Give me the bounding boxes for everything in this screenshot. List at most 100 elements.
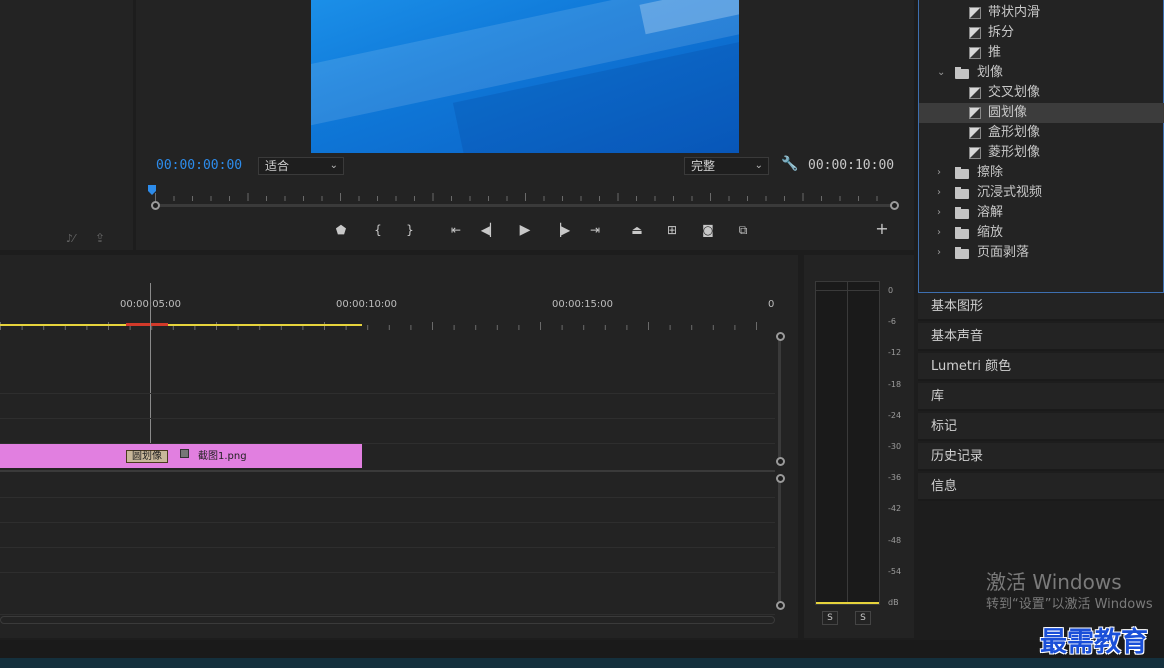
monitor-zoom-bar[interactable] (156, 204, 896, 207)
step-forward-icon[interactable]: ▕▶ (551, 221, 571, 239)
db-label: 0 (888, 286, 894, 295)
transition-icon (969, 127, 981, 139)
scroll-handle-bottom[interactable] (776, 601, 785, 610)
effect-label: 盒形划像 (988, 125, 1041, 140)
effect-folder[interactable]: › 擦除 (919, 163, 1164, 183)
source-panel: ♪⁄ ⇪ (0, 0, 133, 250)
clip-name: 截图1.png (198, 451, 247, 462)
video-clip[interactable]: 圆划像 截图1.png (0, 444, 362, 468)
scroll-handle-top[interactable] (776, 474, 785, 483)
mark-in-icon[interactable]: { (368, 221, 388, 239)
meter-level (816, 602, 879, 604)
effect-item[interactable]: 拆分 (919, 23, 1164, 43)
transition-icon (969, 27, 981, 39)
video-track-scrollbar[interactable] (778, 337, 781, 462)
effect-item[interactable]: 圆划像 (919, 103, 1164, 123)
track-divider (0, 547, 775, 548)
db-label: -18 (888, 379, 902, 389)
chevron-right-icon[interactable]: › (937, 243, 941, 263)
add-button-icon[interactable]: + (872, 220, 892, 238)
effect-item[interactable]: 带状内滑 (919, 3, 1164, 23)
effect-item[interactable]: 推 (919, 43, 1164, 63)
transition-icon (969, 147, 981, 159)
export-frame-icon[interactable]: ⇪ (95, 231, 105, 245)
solo-left-button[interactable]: S (822, 611, 838, 625)
step-back-icon[interactable]: ◀▏ (480, 221, 500, 239)
effect-folder[interactable]: ⌄ 划像 (919, 63, 1164, 83)
db-label: -42 (888, 504, 902, 514)
effect-folder[interactable]: › 沉浸式视频 (919, 183, 1164, 203)
chevron-right-icon[interactable]: › (937, 163, 941, 183)
go-to-in-icon[interactable]: ⇤ (446, 221, 466, 239)
transition-block[interactable]: 圆划像 (126, 450, 168, 463)
current-timecode[interactable]: 00:00:00:00 (156, 158, 242, 173)
fx-badge-icon (180, 449, 189, 458)
panel-tab[interactable]: 基本图形 (918, 293, 1164, 321)
panel-tab[interactable]: 基本声音 (918, 323, 1164, 351)
extract-icon[interactable]: ⊞ (662, 221, 682, 239)
camera-icon[interactable]: ◙ (698, 221, 718, 239)
db-label: dB (888, 598, 899, 607)
lift-icon[interactable]: ⏏ (627, 221, 647, 239)
db-label: -54 (888, 566, 902, 576)
mark-out-icon[interactable]: } (400, 221, 420, 239)
effect-label: 菱形划像 (988, 145, 1041, 160)
effect-folder[interactable]: › 页面剥落 (919, 243, 1164, 263)
quality-dropdown[interactable]: 完整 ⌄ (684, 157, 769, 175)
scroll-handle-bottom[interactable] (776, 457, 785, 466)
zoom-handle-right[interactable] (890, 201, 899, 210)
panel-tab[interactable]: 标记 (918, 413, 1164, 441)
quality-dropdown-label: 完整 (691, 159, 716, 173)
db-label: -36 (888, 473, 902, 483)
chevron-right-icon[interactable]: › (937, 223, 941, 243)
panel-tab[interactable]: 库 (918, 383, 1164, 411)
chevron-right-icon[interactable]: › (937, 183, 941, 203)
play-icon[interactable]: ▶ (515, 221, 535, 239)
effect-label: 擦除 (977, 165, 1004, 180)
audio-track-scrollbar[interactable] (778, 479, 781, 607)
monitor-ruler-ticks (155, 193, 896, 201)
solo-right-button[interactable]: S (855, 611, 871, 625)
panel-tab[interactable]: Lumetri 颜色 (918, 353, 1164, 381)
audio-meter (815, 281, 880, 605)
effect-item[interactable]: 菱形划像 (919, 143, 1164, 163)
compare-view-icon[interactable]: ⧉ (733, 221, 753, 239)
audio-export-icon[interactable]: ♪⁄ (66, 232, 75, 245)
chevron-down-icon[interactable]: ⌄ (937, 63, 945, 83)
wrench-icon[interactable]: 🔧 (781, 156, 798, 172)
work-area-bar[interactable] (0, 324, 362, 326)
panel-tab[interactable]: 信息 (918, 473, 1164, 501)
folder-icon (955, 247, 969, 259)
panel-tab[interactable]: 历史记录 (918, 443, 1164, 471)
fit-dropdown-label: 适合 (265, 159, 290, 173)
effect-label: 推 (988, 45, 1002, 60)
monitor-time-ruler[interactable] (155, 186, 896, 201)
add-marker-icon[interactable]: ⬟ (331, 221, 351, 239)
zoom-handle-left[interactable] (151, 201, 160, 210)
folder-icon (955, 67, 969, 79)
horizontal-scrollbar[interactable] (0, 616, 775, 624)
folder-icon (955, 167, 969, 179)
track-divider (0, 497, 775, 498)
track-divider (0, 418, 775, 419)
effect-item[interactable]: 交叉划像 (919, 83, 1164, 103)
meter-divider (847, 282, 848, 604)
effect-item[interactable]: 盒形划像 (919, 123, 1164, 143)
chevron-right-icon[interactable]: › (937, 203, 941, 223)
duration-timecode: 00:00:10:00 (808, 158, 895, 173)
effect-label: 拆分 (988, 25, 1015, 40)
meter-peak-line (816, 290, 879, 291)
effect-label: 沉浸式视频 (977, 185, 1043, 200)
scroll-handle-top[interactable] (776, 332, 785, 341)
effect-label: 溶解 (977, 205, 1004, 220)
effect-folder[interactable]: › 缩放 (919, 223, 1164, 243)
timeline-playhead[interactable] (150, 283, 151, 468)
chevron-down-icon: ⌄ (329, 160, 338, 171)
db-label: -48 (888, 535, 902, 545)
effect-label: 带状内滑 (988, 5, 1041, 20)
effect-folder[interactable]: › 溶解 (919, 203, 1164, 223)
render-status-bar (126, 323, 168, 326)
track-divider (0, 572, 775, 573)
fit-dropdown[interactable]: 适合 ⌄ (258, 157, 344, 175)
go-to-out-icon[interactable]: ⇥ (585, 221, 605, 239)
